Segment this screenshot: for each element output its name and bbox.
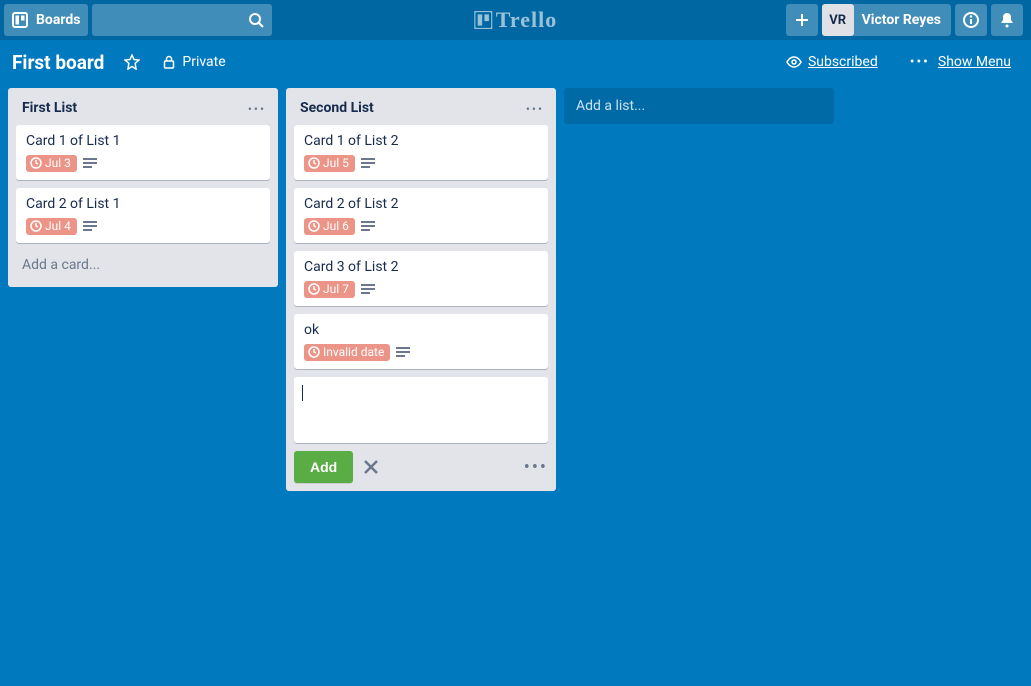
avatar: VR — [822, 4, 854, 36]
clock-icon — [308, 283, 320, 295]
add-button[interactable]: Add — [294, 451, 353, 483]
subscribed-label: Subscribed — [808, 54, 878, 70]
eye-icon — [786, 54, 802, 70]
clock-icon — [30, 157, 42, 169]
due-date-badge: Jul 3 — [26, 155, 77, 172]
ellipsis-icon: ••• — [248, 102, 266, 116]
card[interactable]: ok Invalid date — [294, 314, 548, 369]
card[interactable]: Card 2 of List 2 Jul 6 — [294, 188, 548, 243]
add-card-button[interactable]: Add a card... — [16, 251, 270, 279]
ellipsis-icon: ••• — [526, 102, 544, 116]
card-title: Card 3 of List 2 — [304, 259, 538, 275]
add-list-button[interactable]: Add a list... — [564, 88, 834, 124]
list-menu-button[interactable]: ••• — [526, 98, 544, 117]
trello-logo-icon — [474, 11, 492, 29]
boards-label: Boards — [36, 12, 80, 28]
subscribed-button[interactable]: Subscribed — [778, 47, 886, 77]
list-title[interactable]: First List — [22, 100, 248, 116]
text-caret — [302, 385, 303, 401]
description-icon — [396, 347, 410, 359]
info-icon — [962, 11, 980, 29]
clock-icon — [308, 346, 320, 358]
card-title: Card 2 of List 2 — [304, 196, 538, 212]
star-button[interactable] — [116, 47, 154, 77]
board-header-right: Subscribed ••• Show Menu — [778, 47, 1019, 77]
search-input[interactable] — [92, 4, 272, 36]
list-title[interactable]: Second List — [300, 100, 526, 116]
show-menu-label: Show Menu — [938, 54, 1011, 70]
board-title[interactable]: First board — [12, 51, 104, 74]
card-title: ok — [304, 322, 538, 338]
info-button[interactable] — [955, 4, 987, 36]
card-title: Card 2 of List 1 — [26, 196, 260, 212]
description-icon — [361, 284, 375, 296]
list-menu-button[interactable]: ••• — [248, 98, 266, 117]
list-header: First List ••• — [16, 96, 270, 125]
header-right: VR Victor Reyes — [786, 4, 1027, 36]
close-icon[interactable] — [361, 457, 381, 477]
card-badges: Jul 4 — [26, 218, 260, 235]
clock-icon — [308, 220, 320, 232]
description-icon — [83, 221, 97, 233]
trello-logo[interactable]: Trello — [474, 7, 557, 33]
bell-icon — [998, 11, 1016, 29]
card-badges: Jul 3 — [26, 155, 260, 172]
create-button[interactable] — [786, 4, 818, 36]
show-menu-button[interactable]: ••• Show Menu — [902, 47, 1019, 77]
list: First List ••• Card 1 of List 1 Jul 3 Ca… — [8, 88, 278, 287]
notifications-button[interactable] — [991, 4, 1023, 36]
trello-logo-text: Trello — [496, 7, 557, 33]
privacy-label: Private — [182, 54, 225, 70]
board-icon — [12, 12, 28, 28]
due-date-badge: Jul 6 — [304, 218, 355, 235]
due-date-badge: Jul 4 — [26, 218, 77, 235]
search-icon — [248, 12, 264, 28]
clock-icon — [30, 220, 42, 232]
card[interactable]: Card 1 of List 2 Jul 5 — [294, 125, 548, 180]
card-badges: Invalid date — [304, 344, 538, 361]
user-name: Victor Reyes — [862, 12, 941, 28]
card-badges: Jul 6 — [304, 218, 538, 235]
due-date-badge: Jul 5 — [304, 155, 355, 172]
list-header: Second List ••• — [294, 96, 548, 125]
card-badges: Jul 7 — [304, 281, 538, 298]
star-icon — [124, 54, 140, 70]
privacy-button[interactable]: Private — [154, 47, 233, 77]
plus-icon — [794, 12, 810, 28]
description-icon — [83, 158, 97, 170]
description-icon — [361, 221, 375, 233]
user-menu[interactable]: VR Victor Reyes — [822, 4, 951, 36]
board-canvas: First List ••• Card 1 of List 1 Jul 3 Ca… — [0, 84, 1031, 495]
card[interactable]: Card 1 of List 1 Jul 3 — [16, 125, 270, 180]
boards-button[interactable]: Boards — [4, 4, 88, 36]
global-header: Boards Trello VR Victor Reyes — [0, 0, 1031, 40]
ellipsis-icon: ••• — [910, 54, 930, 70]
card-title: Card 1 of List 2 — [304, 133, 538, 149]
compose-menu-button[interactable]: ••• — [524, 457, 548, 478]
compose-controls: Add ••• — [294, 451, 548, 483]
due-date-badge: Invalid date — [304, 344, 390, 361]
list: Second List ••• Card 1 of List 2 Jul 5 C… — [286, 88, 556, 491]
due-date-badge: Jul 7 — [304, 281, 355, 298]
card-badges: Jul 5 — [304, 155, 538, 172]
description-icon — [361, 158, 375, 170]
card-composer[interactable] — [294, 377, 548, 443]
clock-icon — [308, 157, 320, 169]
ellipsis-icon: ••• — [524, 457, 548, 478]
board-header: First board Private Subscribed ••• Show … — [0, 40, 1031, 84]
card[interactable]: Card 3 of List 2 Jul 7 — [294, 251, 548, 306]
card-title: Card 1 of List 1 — [26, 133, 260, 149]
lock-icon — [162, 55, 176, 69]
card[interactable]: Card 2 of List 1 Jul 4 — [16, 188, 270, 243]
